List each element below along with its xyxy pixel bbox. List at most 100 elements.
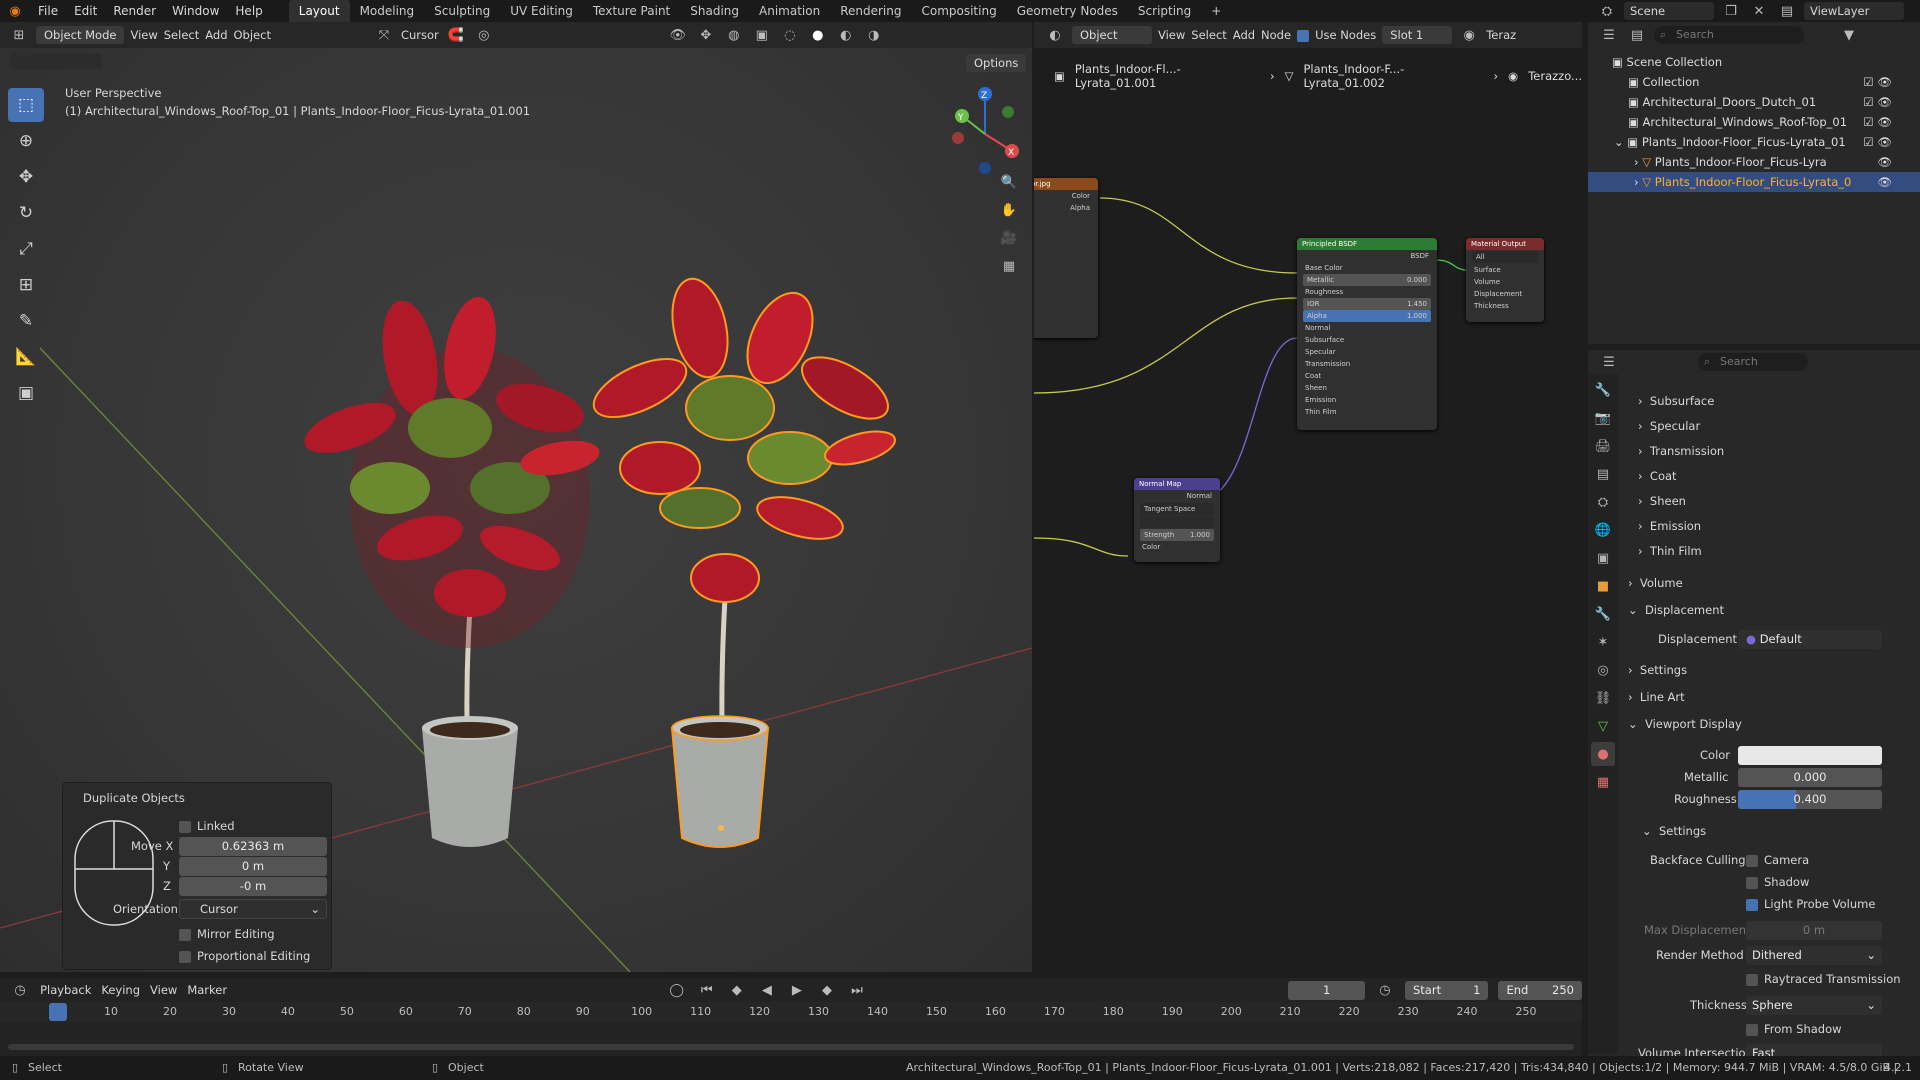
playhead[interactable] bbox=[49, 1003, 67, 1021]
visibility-eye-icon[interactable]: 👁 bbox=[1877, 152, 1892, 172]
shading-wireframe-icon[interactable]: ◌ bbox=[779, 25, 801, 45]
data-tab-icon[interactable]: ▽ bbox=[1591, 714, 1615, 738]
outliner-editor-icon[interactable]: ☰ bbox=[1598, 25, 1620, 45]
filter-icon[interactable]: ▼ bbox=[1838, 25, 1860, 45]
add-cube-tool[interactable]: ▣ bbox=[8, 376, 44, 410]
section-volume[interactable]: › Volume bbox=[1628, 576, 1683, 590]
timeline-scrollbar[interactable] bbox=[8, 1044, 1574, 1050]
mirror-editing-checkbox[interactable]: Mirror Editing bbox=[179, 927, 275, 941]
shading-rendered-icon[interactable]: ◑ bbox=[863, 25, 885, 45]
section-settings-inner[interactable]: ⌄ Settings bbox=[1642, 824, 1706, 838]
properties-search[interactable]: ⌕ Search bbox=[1698, 353, 1808, 371]
render-tab-icon[interactable]: 📷 bbox=[1591, 406, 1615, 430]
zoom-icon[interactable]: 🔍 bbox=[998, 172, 1020, 192]
current-frame-field[interactable]: 1 bbox=[1288, 980, 1365, 1000]
proportional-edit-icon[interactable]: ◎ bbox=[473, 25, 495, 45]
record-icon[interactable]: ◯ bbox=[667, 980, 687, 1000]
tab-layout[interactable]: Layout bbox=[288, 0, 350, 22]
normal-map-node[interactable]: Normal Map Normal Tangent Space Strength… bbox=[1134, 478, 1220, 562]
section-transmission[interactable]: › Transmission bbox=[1638, 444, 1724, 458]
outliner-row-doors[interactable]: ▣ Architectural_Doors_Dutch_01 ☑ 👁 bbox=[1588, 92, 1920, 112]
play-icon[interactable]: ▶ bbox=[787, 980, 807, 1000]
shading-material-icon[interactable]: ◐ bbox=[835, 25, 857, 45]
outliner-row-windows[interactable]: ▣ Architectural_Windows_Roof-Top_01 ☑ 👁 bbox=[1588, 112, 1920, 132]
section-displacement[interactable]: ⌄ Displacement bbox=[1628, 603, 1724, 617]
slot-selector[interactable]: Slot 1 bbox=[1382, 26, 1453, 44]
section-specular[interactable]: › Specular bbox=[1638, 419, 1700, 433]
raytraced-transmission-checkbox[interactable]: Raytraced Transmission bbox=[1746, 972, 1901, 986]
visibility-eye-icon[interactable]: ☑ 👁 bbox=[1863, 112, 1892, 132]
bsdf-ior-row[interactable]: IOR 1.450 bbox=[1303, 298, 1431, 310]
viewport-menu-view[interactable]: View bbox=[130, 28, 157, 42]
bsdf-specular[interactable]: Specular bbox=[1297, 346, 1437, 358]
from-shadow-checkbox[interactable]: From Shadow bbox=[1746, 1022, 1842, 1036]
tab-animation[interactable]: Animation bbox=[749, 0, 830, 22]
tool-tab-icon[interactable]: 🔧 bbox=[1591, 378, 1615, 402]
menu-render[interactable]: Render bbox=[105, 0, 164, 22]
physics-tab-icon[interactable]: ◎ bbox=[1591, 658, 1615, 682]
view-layer-tab-icon[interactable]: ▤ bbox=[1591, 462, 1615, 486]
viewport-menu-add[interactable]: Add bbox=[205, 28, 227, 42]
bsdf-emission[interactable]: Emission bbox=[1297, 394, 1437, 406]
menu-file[interactable]: File bbox=[30, 0, 66, 22]
visibility-eye-icon[interactable]: ☑ 👁 bbox=[1863, 132, 1892, 152]
section-line-art[interactable]: › Line Art bbox=[1628, 690, 1685, 704]
tab-shading[interactable]: Shading bbox=[680, 0, 749, 22]
section-sheen[interactable]: › Sheen bbox=[1638, 494, 1686, 508]
normal-map-strength-row[interactable]: Strength 1.000 bbox=[1140, 529, 1214, 541]
scene-name[interactable]: Scene bbox=[1624, 2, 1714, 20]
gizmo-icon[interactable]: ✥ bbox=[695, 25, 717, 45]
light-probe-checkbox[interactable]: Light Probe Volume bbox=[1746, 897, 1875, 911]
outliner-row-collection[interactable]: ▣ Collection ☑ 👁 bbox=[1588, 72, 1920, 92]
camera-checkbox[interactable]: Camera bbox=[1746, 853, 1809, 867]
normal-map-uv[interactable] bbox=[1140, 516, 1214, 528]
tab-geometry-nodes[interactable]: Geometry Nodes bbox=[1007, 0, 1128, 22]
shadow-checkbox[interactable]: Shadow bbox=[1746, 875, 1809, 889]
metallic-field[interactable]: 0.000 bbox=[1738, 768, 1882, 787]
menu-edit[interactable]: Edit bbox=[66, 0, 105, 22]
navigation-gizmo[interactable]: Z Y X bbox=[940, 86, 1030, 176]
bsdf-alpha-row[interactable]: Alpha 1.000 bbox=[1303, 310, 1431, 322]
outliner-row-ficus-object[interactable]: › ▽ Plants_Indoor-Floor_Ficus-Lyra 👁 bbox=[1588, 152, 1920, 172]
bsdf-thin-film[interactable]: Thin Film bbox=[1297, 406, 1437, 418]
timeline-ruler[interactable]: 1102030405060708090100110120130140150160… bbox=[0, 1002, 1582, 1022]
node-object-selector[interactable]: Object bbox=[1072, 26, 1152, 44]
tab-sculpting[interactable]: Sculpting bbox=[424, 0, 500, 22]
image-texture-node[interactable]: lor.jpg Color Alpha bbox=[1034, 178, 1098, 338]
bsdf-sheen[interactable]: Sheen bbox=[1297, 382, 1437, 394]
chevron-down-icon[interactable]: ⌄ bbox=[1614, 135, 1627, 149]
particles-tab-icon[interactable]: ✶ bbox=[1591, 630, 1615, 654]
bsdf-transmission[interactable]: Transmission bbox=[1297, 358, 1437, 370]
outliner-row-scene-collection[interactable]: ▣ Scene Collection bbox=[1588, 52, 1920, 72]
start-frame-field[interactable]: Start 1 bbox=[1405, 980, 1489, 1000]
move-x-field[interactable]: 0.62363 m bbox=[179, 837, 327, 856]
tab-rendering[interactable]: Rendering bbox=[830, 0, 911, 22]
collection-tab-icon[interactable]: ▣ bbox=[1591, 546, 1615, 570]
tab-scripting[interactable]: Scripting bbox=[1128, 0, 1201, 22]
outliner-display-mode-icon[interactable]: ▤ bbox=[1626, 25, 1648, 45]
mode-selector[interactable]: Object Mode bbox=[36, 26, 125, 44]
rotate-tool[interactable]: ↻ bbox=[8, 196, 44, 230]
timeline-editor-icon[interactable]: ◷ bbox=[10, 980, 30, 1000]
duplicate-panel-title[interactable]: Duplicate Objects bbox=[83, 791, 185, 805]
material-name[interactable]: Teraz bbox=[1486, 28, 1516, 42]
section-viewport-display[interactable]: ⌄ Viewport Display bbox=[1628, 717, 1742, 731]
section-settings[interactable]: › Settings bbox=[1628, 663, 1687, 677]
view-layer-name[interactable]: ViewLayer bbox=[1804, 2, 1904, 20]
play-reverse-icon[interactable]: ◀ bbox=[757, 980, 777, 1000]
move-y-field[interactable]: 0 m bbox=[179, 857, 327, 876]
modifier-tab-icon[interactable]: 🔧 bbox=[1591, 602, 1615, 626]
menu-window[interactable]: Window bbox=[164, 0, 227, 22]
pivot-selector[interactable]: Cursor bbox=[401, 28, 439, 42]
texture-tab-icon[interactable]: ▦ bbox=[1591, 770, 1615, 794]
section-thin-film[interactable]: › Thin Film bbox=[1638, 544, 1702, 558]
section-emission[interactable]: › Emission bbox=[1638, 519, 1701, 533]
outliner-row-ficus-collection[interactable]: ⌄ ▣ Plants_Indoor-Floor_Ficus-Lyrata_01 ☑… bbox=[1588, 132, 1920, 152]
shader-node-editor[interactable]: ▣ Plants_Indoor-Fl...-Lyrata_01.001 › ▽ … bbox=[1034, 48, 1582, 972]
node-editor-type-icon[interactable]: ◐ bbox=[1044, 25, 1066, 45]
end-frame-field[interactable]: End 250 bbox=[1498, 980, 1582, 1000]
options-button[interactable]: Options bbox=[966, 54, 1027, 72]
proportional-editing-checkbox[interactable]: Proportional Editing bbox=[179, 949, 310, 963]
tab-compositing[interactable]: Compositing bbox=[911, 0, 1006, 22]
snap-icon[interactable]: 🧲 bbox=[445, 25, 467, 45]
